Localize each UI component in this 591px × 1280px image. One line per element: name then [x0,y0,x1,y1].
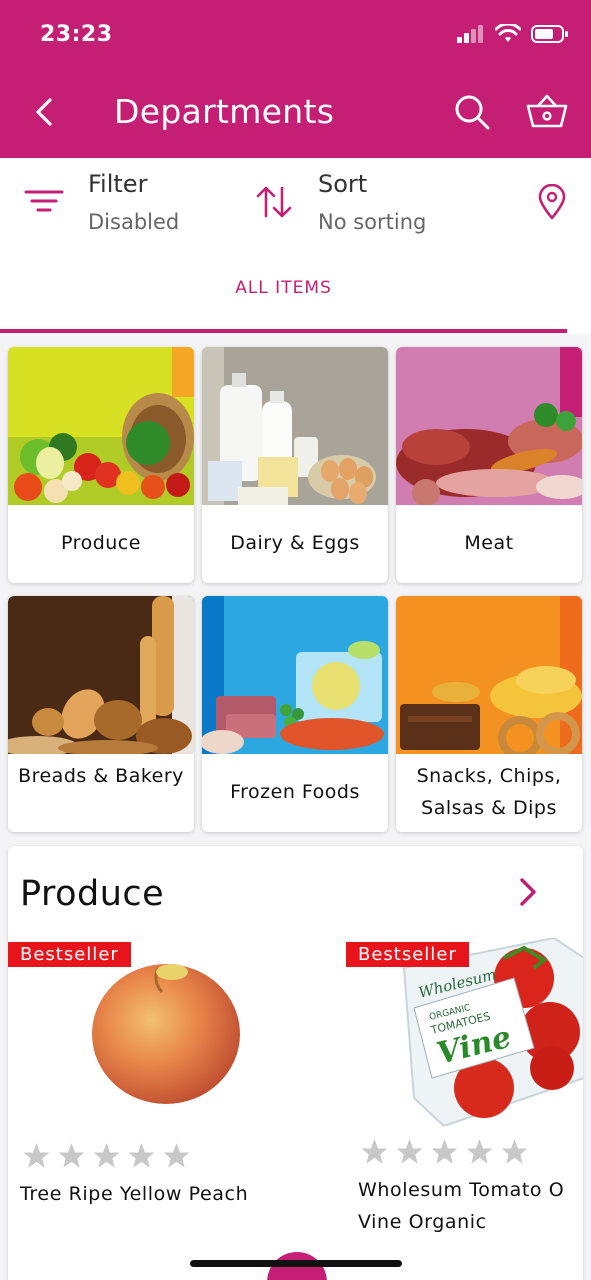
bestseller-badge: Bestseller [8,942,131,967]
department-name: Frozen Foods [230,781,360,803]
snacks-chips-image [396,596,582,754]
department-card-breads-bakery[interactable]: Breads & Bakery [8,596,194,832]
dairy-eggs-image [202,347,388,505]
sort-icon[interactable] [254,184,294,220]
star-icon [58,1143,85,1168]
section-title: Produce [20,874,165,914]
search-icon[interactable] [452,92,492,132]
star-icon [93,1143,120,1168]
location-pin-icon[interactable] [536,184,568,220]
star-icon [23,1143,50,1168]
back-button[interactable] [26,92,66,132]
rating-stars [22,1142,191,1170]
filter-label[interactable]: Filter [88,170,147,198]
frozen-foods-image [202,596,388,754]
department-card-frozen-foods[interactable]: Frozen Foods [202,596,388,832]
wifi-icon [495,24,521,42]
product-name: Wholesum Tomato O [358,1179,565,1201]
basket-icon[interactable] [524,92,570,132]
chevron-right-icon[interactable] [512,874,542,910]
product-card[interactable]: Wholesum ORGANIC TOMATOES Vine Bestselle… [346,938,583,1258]
page-title: Departments [114,92,335,131]
battery-icon [531,25,568,43]
product-card[interactable]: Bestseller Tree Ripe Yellow Peach [8,938,328,1258]
department-name: Meat [464,532,514,554]
star-icon [128,1143,155,1168]
tab-active-indicator [0,329,567,333]
star-icon [431,1139,458,1164]
department-name: Dairy & Eggs [230,532,360,554]
home-indicator [190,1260,402,1267]
produce-image [8,347,194,505]
star-icon [361,1139,388,1164]
peach-image [92,964,240,1104]
star-icon [466,1139,493,1164]
sort-label[interactable]: Sort [318,170,367,198]
app-screen: 23:23 Departments Filter Disabled Sort N… [0,0,591,1280]
department-name: Snacks, Chips, Salsas & Dips [416,765,562,819]
top-bar: 23:23 Departments [0,0,591,158]
tab-bar: ALL ITEMS [0,254,591,334]
filter-sort-bar: Filter Disabled Sort No sorting [0,158,591,254]
tab-all-items[interactable]: ALL ITEMS [0,278,567,298]
filter-icon[interactable] [24,186,64,216]
department-name: Produce [61,532,141,554]
status-time: 23:23 [40,22,113,47]
produce-section: Produce Bestseller Tree Ripe Yellow Peac… [8,846,583,1280]
cellular-signal-icon [457,25,483,43]
breads-bakery-image [8,596,194,754]
status-icons [457,24,569,44]
star-icon [163,1143,190,1168]
bestseller-badge: Bestseller [346,942,469,967]
star-icon [396,1139,423,1164]
department-card-meat[interactable]: Meat [396,347,582,583]
department-card-dairy-eggs[interactable]: Dairy & Eggs [202,347,388,583]
meat-image [396,347,582,505]
star-icon [501,1139,528,1164]
product-name: Tree Ripe Yellow Peach [20,1183,249,1205]
sort-value: No sorting [318,210,427,234]
product-name-line-2: Vine Organic [358,1211,487,1233]
department-name: Breads & Bakery [18,765,184,787]
rating-stars [360,1138,529,1166]
department-card-snacks[interactable]: Snacks, Chips, Salsas & Dips [396,596,582,832]
filter-value: Disabled [88,210,180,234]
department-card-produce[interactable]: Produce [8,347,194,583]
